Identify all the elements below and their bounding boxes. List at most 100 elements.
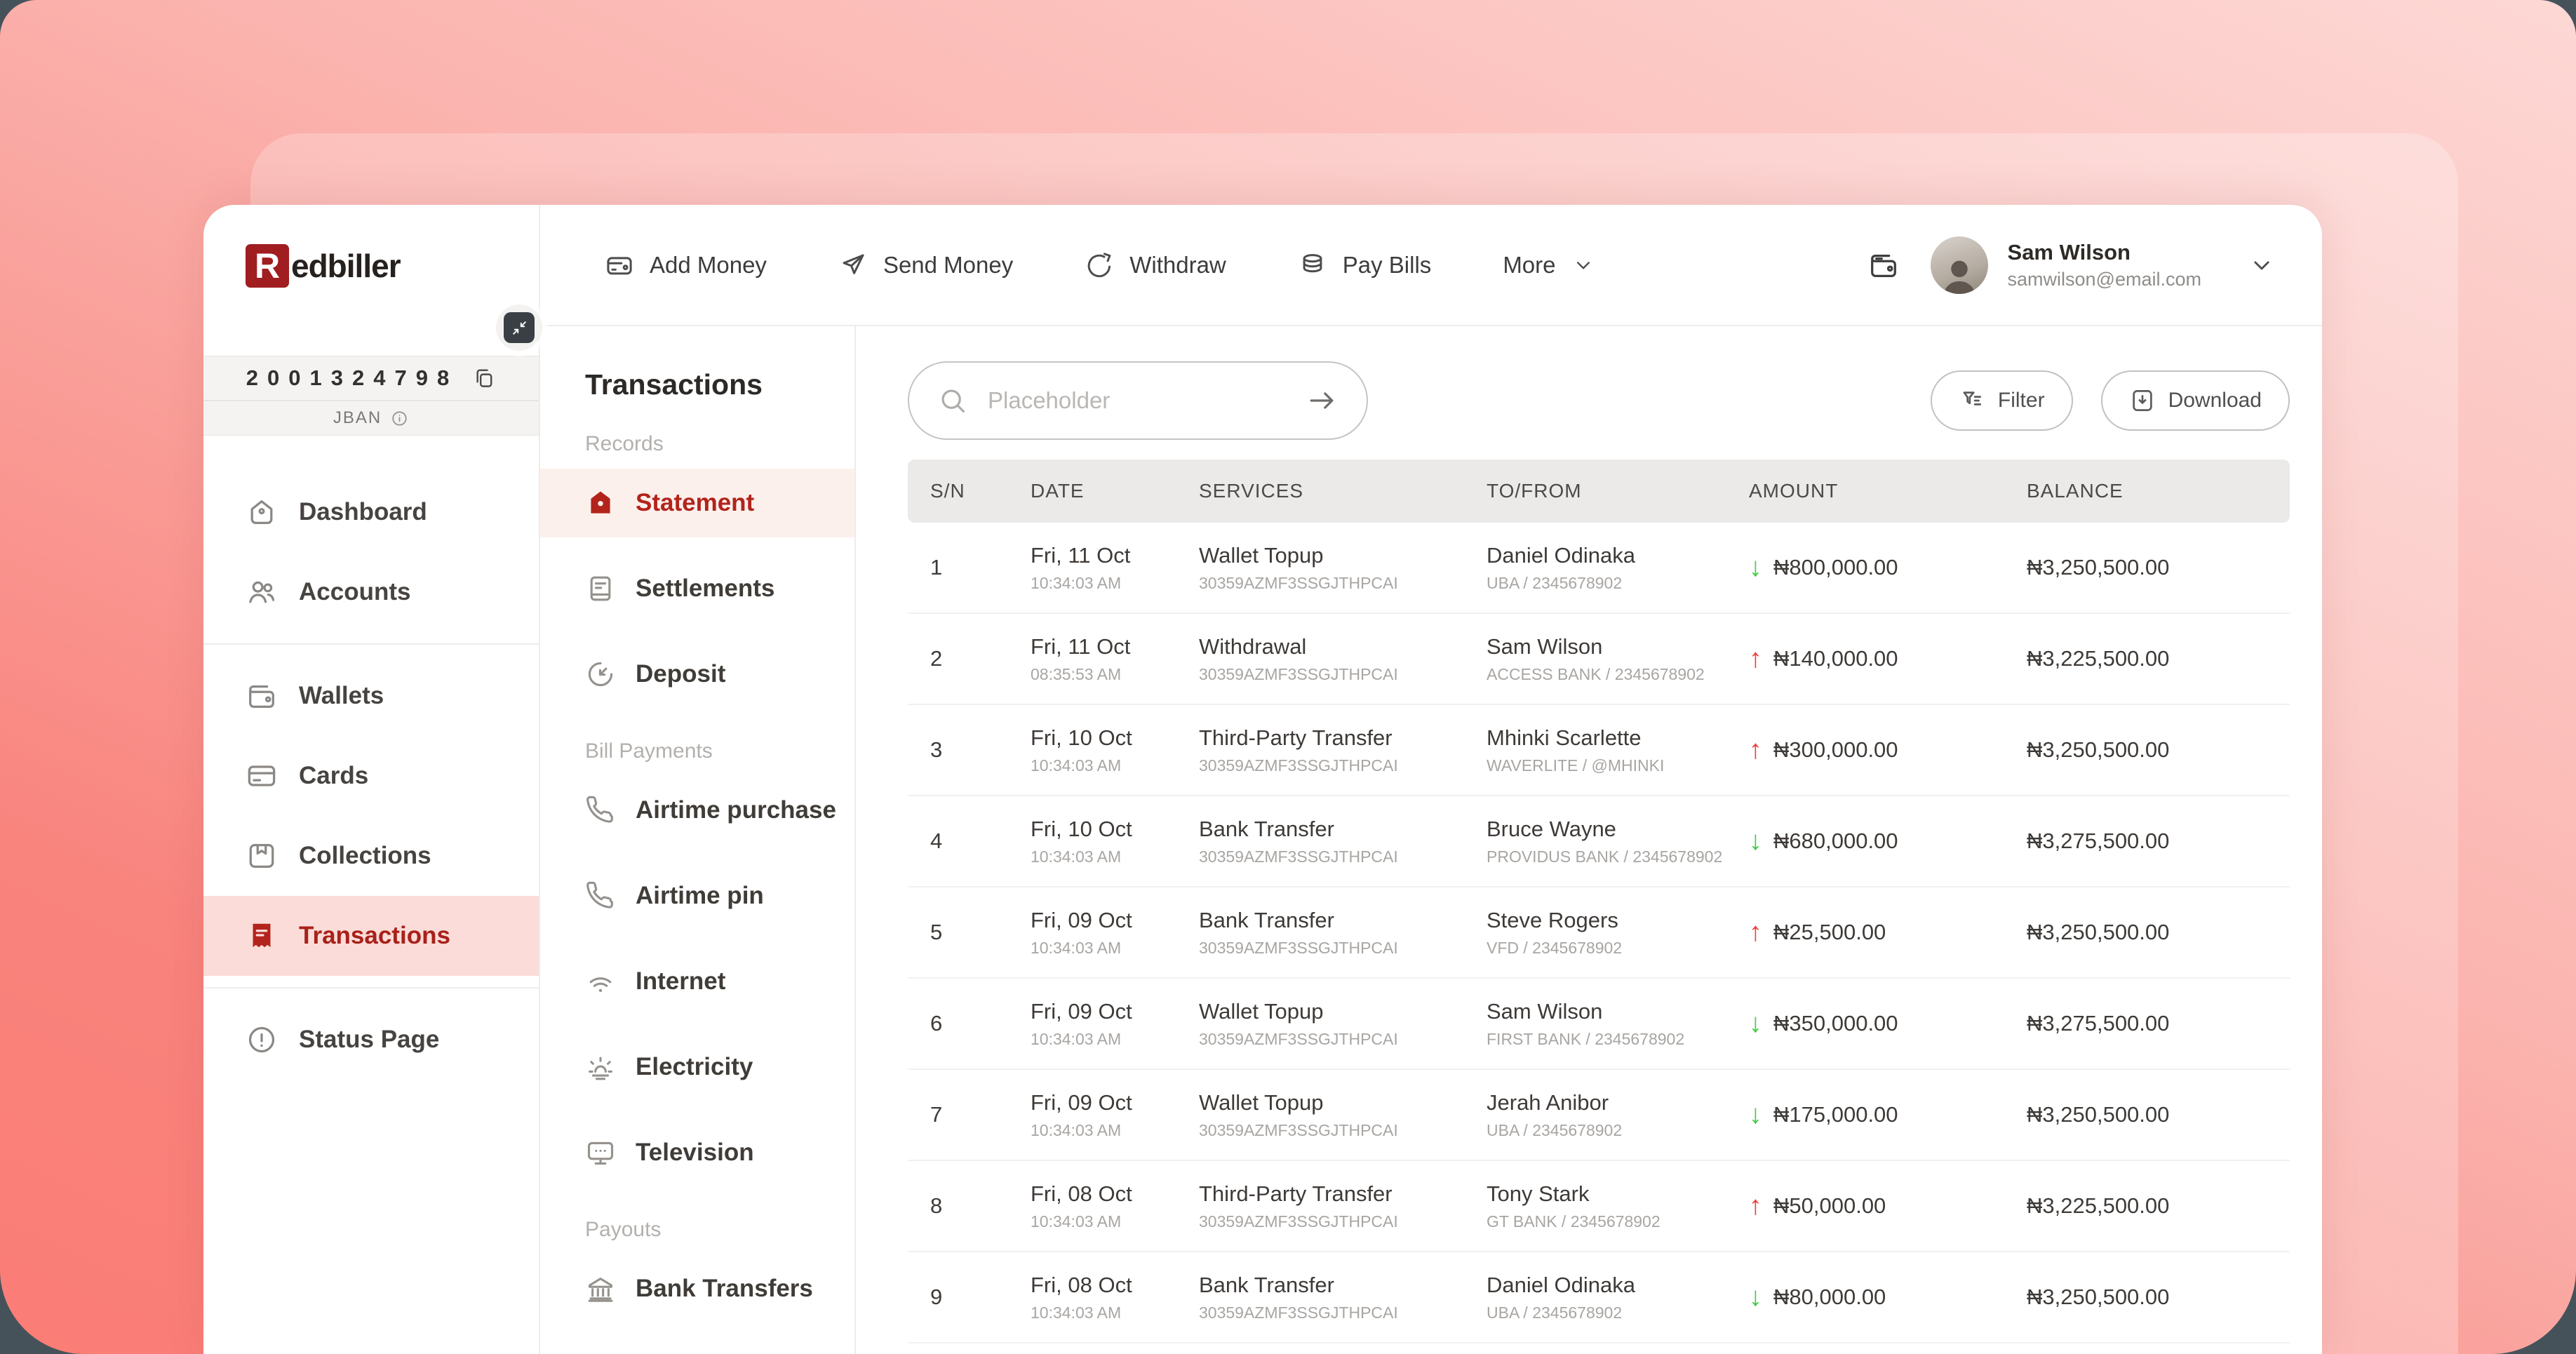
search-icon [937, 385, 968, 416]
cell-balance: ₦3,275,500.00 [2027, 829, 2290, 854]
user-info[interactable]: Sam Wilson samwilson@email.com [2008, 240, 2201, 290]
sidebar-item-transactions[interactable]: Transactions [203, 896, 539, 976]
cell-service: Bank Transfer30359AZMF3SSGJTHPCAI [1199, 1273, 1487, 1322]
home-icon [246, 496, 278, 528]
nav-label: Withdraw [1129, 252, 1226, 279]
account-number-row: 2001324798 [203, 356, 539, 401]
cell-amount: ↑₦300,000.00 [1749, 737, 2027, 763]
sidebar-item-label: Collections [299, 842, 431, 870]
phone-icon [585, 795, 616, 826]
cell-amount: ↑₦50,000.00 [1749, 1193, 2027, 1219]
nav-add-money[interactable]: Add Money [605, 250, 767, 280]
table-row[interactable]: 6Fri, 09 Oct10:34:03 AMWallet Topup30359… [908, 979, 2290, 1070]
filter-button[interactable]: Filter [1931, 370, 2073, 431]
table-row[interactable]: 3Fri, 10 Oct10:34:03 AMThird-Party Trans… [908, 705, 2290, 796]
cell-service: Bank Transfer30359AZMF3SSGJTHPCAI [1199, 817, 1487, 866]
table-row[interactable]: 2Fri, 11 Oct08:35:53 AMWithdrawal30359AZ… [908, 614, 2290, 705]
table-row[interactable]: 4Fri, 10 Oct10:34:03 AMBank Transfer3035… [908, 796, 2290, 887]
sidebar-item-status-page[interactable]: Status Page [203, 1000, 539, 1080]
sidebar-item-wallets[interactable]: Wallets [203, 656, 539, 736]
search-submit-button[interactable] [1306, 384, 1339, 417]
sidebar-collapse-button[interactable] [496, 304, 542, 351]
nav-pay-bills[interactable]: Pay Bills [1298, 250, 1432, 280]
sidebar-item-accounts[interactable]: Accounts [203, 552, 539, 632]
sidebar-item-cards[interactable]: Cards [203, 736, 539, 816]
sidebar-item-dashboard[interactable]: Dashboard [203, 472, 539, 552]
subnav-item-settlements[interactable]: Settlements [540, 554, 854, 623]
cell-sn: 3 [908, 737, 1031, 763]
cell-sn: 6 [908, 1011, 1031, 1036]
header-main: Add Money Send Money Withdraw Pay Bills More… [540, 205, 2322, 326]
cell-to-from: Sam WilsonACCESS BANK / 2345678902 [1487, 634, 1749, 684]
table-row[interactable]: 7Fri, 09 Oct10:34:03 AMWallet Topup30359… [908, 1070, 2290, 1161]
nav-withdraw[interactable]: Withdraw [1085, 250, 1226, 280]
nav-more[interactable]: More [1503, 252, 1595, 279]
cell-date: Fri, 08 Oct10:34:03 AM [1031, 1181, 1199, 1231]
user-menu-button[interactable] [2248, 251, 2276, 279]
credit-down-arrow-icon: ↓ [1749, 828, 1762, 854]
cell-to-from: Daniel OdinakaUBA / 2345678902 [1487, 543, 1749, 593]
cell-to-from: Steve RogersVFD / 2345678902 [1487, 908, 1749, 958]
cell-to-from: Sam WilsonFIRST BANK / 2345678902 [1487, 999, 1749, 1049]
cell-balance: ₦3,275,500.00 [2027, 1011, 2290, 1036]
subnav-item-label: Airtime pin [636, 882, 764, 910]
info-icon[interactable] [390, 409, 409, 428]
cell-balance: ₦3,225,500.00 [2027, 646, 2290, 671]
subnav-item-deposit[interactable]: Deposit [540, 640, 854, 709]
user-avatar[interactable] [1931, 236, 1988, 294]
sidebar-item-label: Transactions [299, 922, 450, 950]
cell-sn: 1 [908, 555, 1031, 580]
credit-down-arrow-icon: ↓ [1749, 1010, 1762, 1037]
brand-logo[interactable]: Redbiller [203, 205, 540, 326]
download-button[interactable]: Download [2101, 370, 2290, 431]
subnav-item-television[interactable]: Television [540, 1118, 854, 1187]
wallet-shortcut-button[interactable] [1867, 249, 1900, 281]
subnav-list: Records Statement Settlements Deposit Bill P… [540, 432, 854, 1323]
sidebar-item-label: Wallets [299, 682, 384, 710]
bank-icon [585, 1273, 616, 1304]
subnav-item-airtime-pin[interactable]: Airtime pin [540, 862, 854, 930]
debit-up-arrow-icon: ↑ [1749, 919, 1762, 946]
table-row[interactable]: 5Fri, 09 Oct10:34:03 AMBank Transfer3035… [908, 887, 2290, 979]
sidebar-item-collections[interactable]: Collections [203, 816, 539, 896]
copy-account-button[interactable] [472, 366, 496, 390]
cell-date: Fri, 09 Oct10:34:03 AM [1031, 1090, 1199, 1140]
app-body: 2001324798 JBAN DashboardAccountsWallets… [203, 326, 2322, 1354]
subnav-item-bank-transfers[interactable]: Bank Transfers [540, 1254, 854, 1323]
brand-name: edbiller [291, 247, 401, 285]
subnav-item-electricity[interactable]: Electricity [540, 1033, 854, 1101]
subnav-section-label: Bill Payments [540, 739, 854, 763]
wallet-minus-icon [1867, 249, 1900, 281]
table-row[interactable]: 9Fri, 08 Oct10:34:03 AMBank Transfer3035… [908, 1252, 2290, 1343]
subnav-item-airtime-purchase[interactable]: Airtime purchase [540, 776, 854, 845]
subnav-item-internet[interactable]: Internet [540, 947, 854, 1016]
screen: Redbiller Add Money Send Money Withdraw Pay… [0, 0, 2576, 1354]
cell-date: Fri, 11 Oct08:35:53 AM [1031, 634, 1199, 684]
tv-icon [585, 1137, 616, 1168]
table-row[interactable]: 1Fri, 11 Oct10:34:03 AMWallet Topup30359… [908, 523, 2290, 614]
wallet-money-icon [605, 250, 634, 280]
subnav-item-statement[interactable]: Statement [540, 469, 854, 537]
table-row[interactable]: 10Fri, 08 OctBank TransferYusuf Dauda [908, 1343, 2290, 1354]
cell-sn: 7 [908, 1102, 1031, 1127]
cell-amount: ↓₦680,000.00 [1749, 828, 2027, 854]
subnav-item-label: Internet [636, 967, 725, 996]
subnav-section-label: Records [540, 432, 854, 456]
withdraw-icon [1085, 250, 1114, 280]
wifi-icon [585, 966, 616, 997]
column-header: BALANCE [2027, 480, 2290, 502]
main-content: Filter Download S/NDATESERVICESTO/FROMAM… [856, 326, 2322, 1354]
nav-send-money[interactable]: Send Money [838, 250, 1013, 280]
column-header: AMOUNT [1749, 480, 2027, 502]
table-row[interactable]: 8Fri, 08 Oct10:34:03 AMThird-Party Trans… [908, 1161, 2290, 1252]
cell-date: Fri, 09 Oct10:34:03 AM [1031, 908, 1199, 958]
cell-amount: ↑₦25,500.00 [1749, 919, 2027, 946]
sidebar-divider [203, 643, 539, 645]
subnav-item-label: Statement [636, 489, 754, 517]
collapse-icon [504, 312, 535, 343]
debit-up-arrow-icon: ↑ [1749, 737, 1762, 763]
search-input[interactable] [986, 387, 1288, 415]
cell-sn: 2 [908, 646, 1031, 671]
nav-label: Send Money [883, 252, 1013, 279]
cell-to-from: Bruce WaynePROVIDUS BANK / 2345678902 [1487, 817, 1749, 866]
